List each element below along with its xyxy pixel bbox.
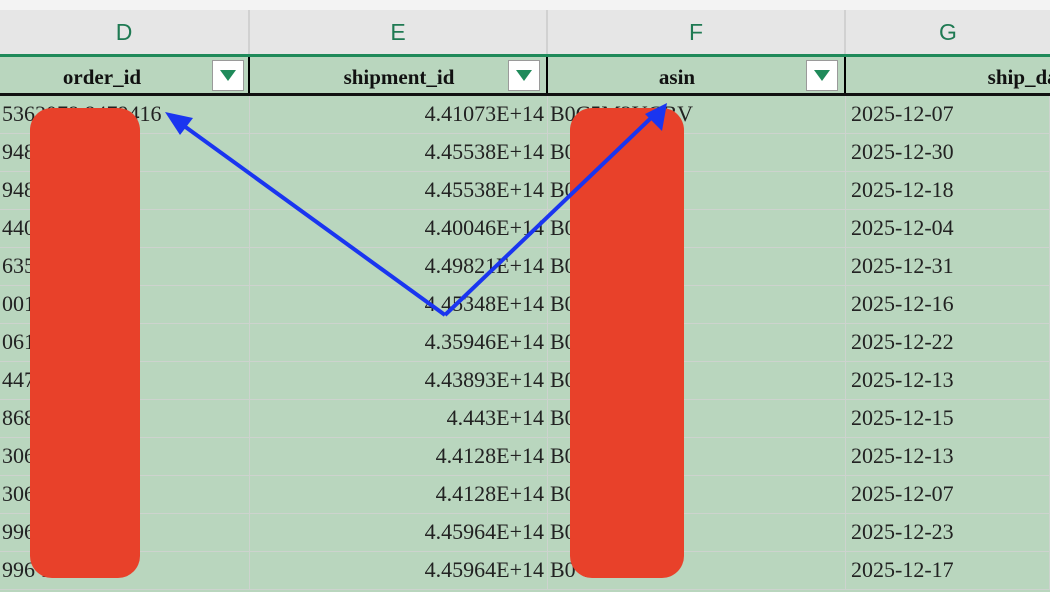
spreadsheet: D E F G order_id shipment_id asin ship_d…: [0, 0, 1050, 592]
annotation-arrow-icon: [165, 112, 447, 317]
annotation-arrows: [165, 103, 667, 317]
annotation-arrow-icon: [443, 103, 667, 317]
